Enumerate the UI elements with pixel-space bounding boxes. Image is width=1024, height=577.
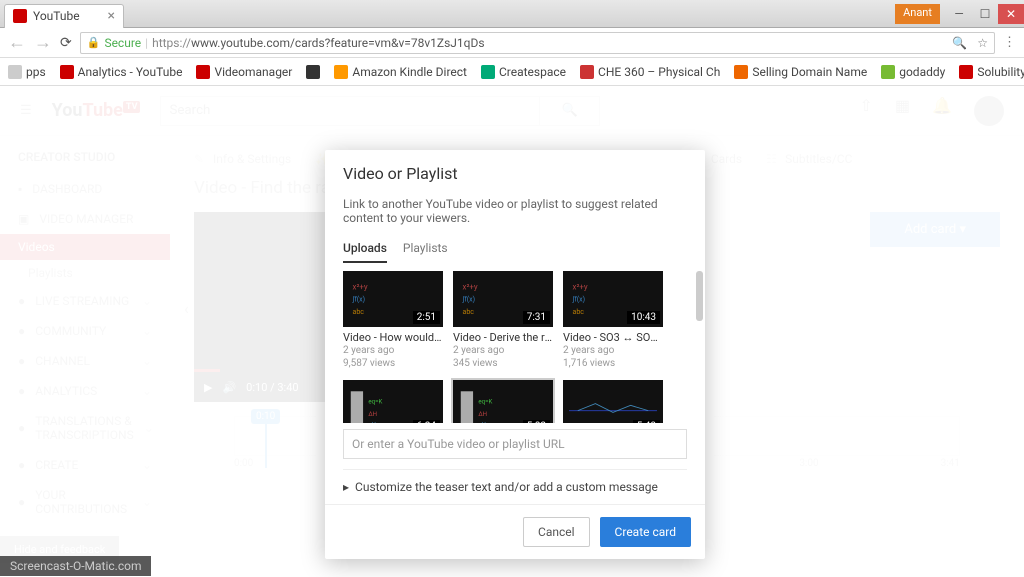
video-card[interactable]: x²+y∫f(x)abc2:51Video - How would you p…… <box>343 271 443 370</box>
svg-text:ΔH: ΔH <box>478 410 487 418</box>
close-window-button[interactable]: ✕ <box>998 4 1024 24</box>
maximize-button[interactable]: ☐ <box>972 4 998 24</box>
svg-text:x²+y: x²+y <box>463 282 478 291</box>
modal-actions: Cancel Create card <box>325 504 705 559</box>
modal-description: Link to another YouTube video or playlis… <box>325 191 705 235</box>
bookmark-item[interactable]: Analytics - YouTube <box>60 65 183 79</box>
video-playlist-modal: Video or Playlist Link to another YouTub… <box>325 150 705 559</box>
forward-button: → <box>34 32 52 53</box>
bookmark-item[interactable]: Amazon Kindle Direct <box>334 65 467 79</box>
cancel-button[interactable]: Cancel <box>523 517 590 547</box>
expand-icon: ▸ <box>343 480 349 494</box>
modal-title: Video or Playlist <box>325 150 705 191</box>
tab-title: YouTube <box>33 9 102 23</box>
svg-text:abc: abc <box>353 307 365 316</box>
chrome-menu-icon[interactable]: ⋮ <box>1003 35 1016 50</box>
scrollbar[interactable] <box>696 271 703 321</box>
browser-urlbar: ← → ⟳ 🔒 Secure | https://www.youtube.com… <box>0 28 1024 58</box>
browser-tab[interactable]: YouTube × <box>4 4 124 28</box>
video-card[interactable]: eq=KΔHpV6:24Video - Given the equilib… <box>343 380 443 423</box>
svg-text:x²+y: x²+y <box>573 282 588 291</box>
star-icon[interactable]: ☆ <box>977 36 988 50</box>
back-button[interactable]: ← <box>8 32 26 53</box>
create-card-button[interactable]: Create card <box>600 517 691 547</box>
svg-text:abc: abc <box>573 307 585 316</box>
chrome-user-badge[interactable]: Anant <box>895 4 940 24</box>
video-card[interactable]: x²+y∫f(x)abc7:31Video - Derive the relat… <box>453 271 553 370</box>
svg-text:∫f(x): ∫f(x) <box>462 295 476 304</box>
address-bar[interactable]: 🔒 Secure | https://www.youtube.com/cards… <box>80 32 995 54</box>
bookmark-item[interactable]: Videomanager <box>196 65 292 79</box>
svg-text:eq=K: eq=K <box>478 398 492 406</box>
video-card[interactable]: x²+y∫f(x)abc10:43Video - SO3 ↔ SO2 + O2…… <box>563 271 663 370</box>
svg-text:abc: abc <box>463 307 475 316</box>
youtube-favicon <box>13 9 27 23</box>
svg-text:pV: pV <box>368 420 375 423</box>
svg-text:x²+y: x²+y <box>353 282 368 291</box>
video-grid: x²+y∫f(x)abc2:51Video - How would you p…… <box>325 263 705 423</box>
bookmark-item[interactable]: Solubility - YouTube <box>959 65 1024 79</box>
svg-text:eq=K: eq=K <box>368 398 382 406</box>
browser-titlebar: YouTube × Anant — ☐ ✕ <box>0 0 1024 28</box>
close-tab-icon[interactable]: × <box>108 8 115 24</box>
tab-uploads[interactable]: Uploads <box>343 235 387 263</box>
reload-button[interactable]: ⟳ <box>60 35 72 51</box>
watermark: Screencast-O-Matic.com <box>0 556 151 576</box>
bookmark-item[interactable]: Createspace <box>481 65 566 79</box>
bookmark-item[interactable]: Selling Domain Name <box>734 65 867 79</box>
bookmark-item[interactable]: godaddy <box>881 65 945 79</box>
bookmarks-bar: pps Analytics - YouTube Videomanager Amazon… <box>0 58 1024 86</box>
bookmark-item[interactable]: CHE 360 – Physical Ch <box>580 65 720 79</box>
customize-expand[interactable]: ▸ Customize the teaser text and/or add a… <box>343 469 687 504</box>
bookmark-item[interactable] <box>306 65 320 79</box>
video-card[interactable]: 5:48The equilibrium constan… <box>563 380 663 423</box>
video-card[interactable]: eq=KΔHpV5:02Given equilibrium const… <box>453 380 553 423</box>
bookmark-item[interactable]: pps <box>8 65 46 79</box>
url-input[interactable]: Or enter a YouTube video or playlist URL <box>343 429 687 459</box>
secure-label: Secure <box>104 36 141 50</box>
svg-text:ΔH: ΔH <box>368 410 377 418</box>
svg-text:∫f(x): ∫f(x) <box>352 295 366 304</box>
modal-tabs: Uploads Playlists <box>325 235 705 263</box>
svg-text:pV: pV <box>478 420 485 423</box>
search-icon[interactable]: 🔍 <box>952 36 967 50</box>
lock-icon: 🔒 <box>87 36 101 49</box>
window-controls: Anant — ☐ ✕ <box>895 4 1024 24</box>
tab-playlists[interactable]: Playlists <box>403 235 448 263</box>
svg-text:∫f(x): ∫f(x) <box>572 295 586 304</box>
minimize-button[interactable]: — <box>946 4 972 24</box>
